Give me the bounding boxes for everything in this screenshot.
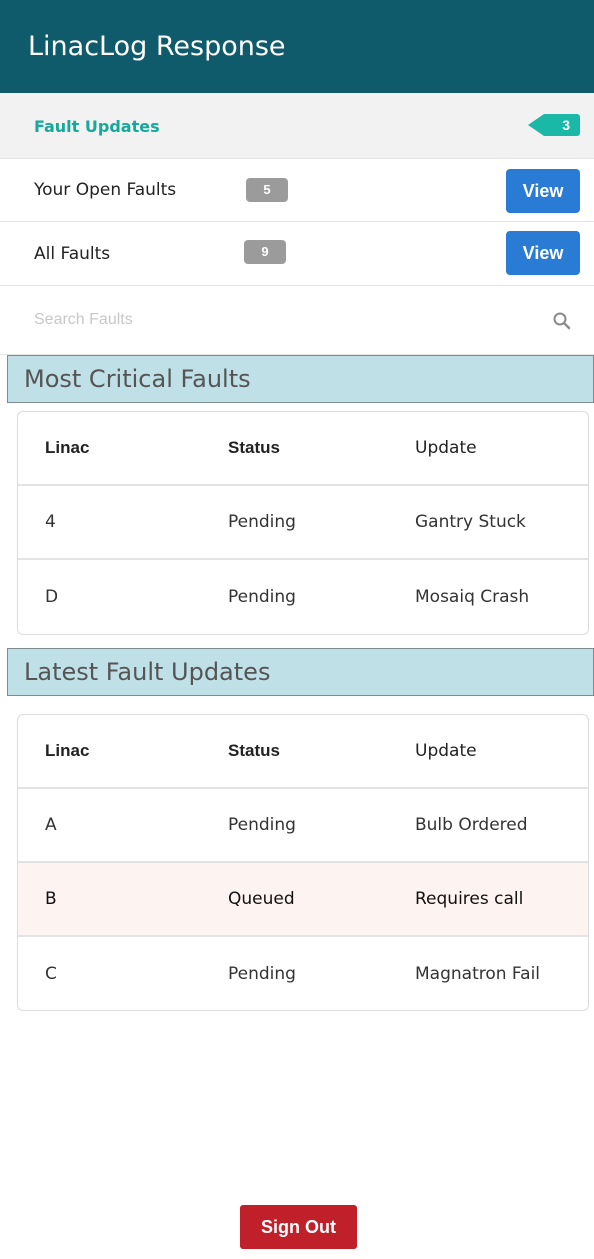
status-cell: Pending <box>228 964 296 984</box>
fault-updates-label: Fault Updates <box>34 117 160 136</box>
status-cell: Queued <box>228 889 295 909</box>
status-cell: Pending <box>228 512 296 532</box>
status-cell: Pending <box>228 587 296 607</box>
linac-cell: D <box>45 587 59 607</box>
linac-cell: 4 <box>45 512 56 532</box>
column-header-linac: Linac <box>45 741 90 760</box>
all-faults-view-button[interactable]: View <box>506 231 580 275</box>
search-row <box>0 286 594 355</box>
open-faults-count-badge: 5 <box>246 178 288 202</box>
latest-fault-updates-table: Linac Status Update A Pending Bulb Order… <box>17 714 589 1011</box>
table-row[interactable]: C Pending Magnatron Fail <box>18 937 588 1010</box>
column-header-status: Status <box>228 438 280 457</box>
search-input[interactable] <box>34 306 534 334</box>
menu-item-open-faults: Your Open Faults 5 View <box>0 159 594 222</box>
table-header-row: Linac Status Update <box>18 412 588 486</box>
update-cell: Bulb Ordered <box>415 815 528 835</box>
column-header-update: Update <box>415 741 477 761</box>
linac-cell: A <box>45 815 57 835</box>
open-faults-label: Your Open Faults <box>34 180 177 200</box>
section-title-critical-faults: Most Critical Faults <box>7 355 594 403</box>
menu-item-all-faults: All Faults 9 View <box>0 222 594 286</box>
column-header-status: Status <box>228 741 280 760</box>
update-cell: Gantry Stuck <box>415 512 526 532</box>
update-cell: Magnatron Fail <box>415 964 541 984</box>
all-faults-count-badge: 9 <box>244 240 286 264</box>
sign-out-button[interactable]: Sign Out <box>240 1205 357 1249</box>
menu-item-fault-updates[interactable]: Fault Updates 3 <box>0 93 594 159</box>
column-header-update: Update <box>415 438 477 458</box>
update-cell: Mosaiq Crash <box>415 587 530 607</box>
all-faults-label: All Faults <box>34 244 111 264</box>
app-header: LinacLog Response <box>0 0 594 93</box>
update-cell: Requires call <box>415 889 524 909</box>
section-title-latest-fault-updates: Latest Fault Updates <box>7 648 594 696</box>
table-header-row: Linac Status Update <box>18 715 588 789</box>
fault-updates-count-badge: 3 <box>528 114 580 136</box>
table-row[interactable]: 4 Pending Gantry Stuck <box>18 486 588 560</box>
table-row[interactable]: D Pending Mosaiq Crash <box>18 560 588 634</box>
open-faults-view-button[interactable]: View <box>506 169 580 213</box>
status-cell: Pending <box>228 815 296 835</box>
critical-faults-table: Linac Status Update 4 Pending Gantry Stu… <box>17 411 589 635</box>
table-row-highlighted[interactable]: B Queued Requires call <box>18 863 588 937</box>
linac-cell: B <box>45 889 57 909</box>
search-icon[interactable] <box>552 311 572 331</box>
table-row[interactable]: A Pending Bulb Ordered <box>18 789 588 863</box>
app-title: LinacLog Response <box>28 31 286 62</box>
column-header-linac: Linac <box>45 438 90 457</box>
linac-cell: C <box>45 964 57 984</box>
